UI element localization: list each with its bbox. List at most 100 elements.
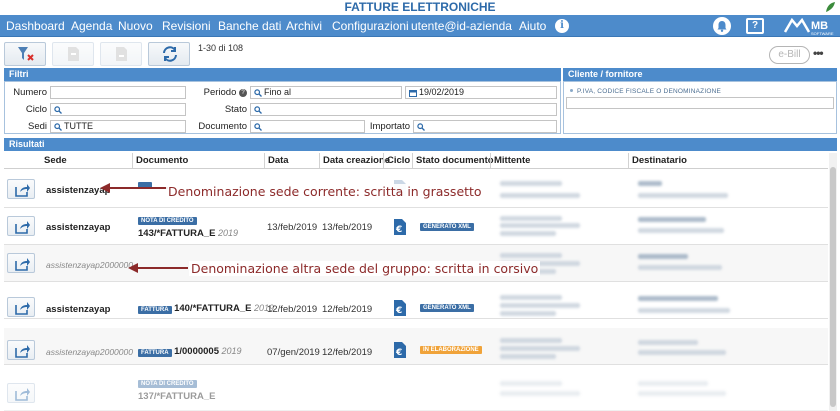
creation-date: 13/feb/2019 — [322, 222, 373, 233]
destinatario-line — [638, 181, 662, 186]
periodo-to-input[interactable]: 19/02/2019 — [405, 86, 557, 99]
importato-label: Importato — [369, 121, 410, 132]
nav-revisioni[interactable]: Revisioni — [162, 15, 211, 37]
ciclo-input[interactable] — [50, 103, 186, 116]
nav-aiuto[interactable]: Aiuto — [519, 15, 546, 37]
results-scrollbar[interactable] — [829, 153, 837, 411]
svg-text:€: € — [395, 225, 402, 235]
sede-name: assistenzayap — [46, 222, 111, 233]
col-sede[interactable]: Sede — [44, 153, 67, 168]
document-date: 07/gen/2019 — [267, 347, 320, 358]
document-year: 2019 — [217, 228, 238, 238]
importato-input[interactable] — [413, 120, 557, 133]
mittente-line — [500, 303, 580, 308]
stato-input[interactable] — [250, 103, 557, 116]
periodo-to-value: 19/02/2019 — [419, 87, 465, 97]
periodo-from-input[interactable]: Fino al — [250, 86, 402, 99]
main-nav: Dashboard Agenda Nuovo Revisioni Banche … — [0, 15, 840, 37]
col-divider — [628, 153, 629, 168]
nav-dashboard[interactable]: Dashboard — [6, 15, 65, 37]
sedi-input[interactable]: TUTTE — [50, 120, 186, 133]
documento-input[interactable] — [250, 120, 365, 133]
export-document-button[interactable] — [52, 42, 94, 66]
mittente-line — [500, 391, 580, 396]
more-menu-button[interactable]: ••• — [813, 46, 824, 60]
bell-icon[interactable] — [713, 17, 731, 35]
open-button[interactable] — [7, 253, 35, 273]
help-circle-icon[interactable]: ? — [239, 89, 247, 97]
open-button[interactable] — [7, 383, 35, 403]
document-number[interactable]: 143/*FATTURA_E 2019 — [138, 228, 238, 239]
nav-nuovo[interactable]: Nuovo — [118, 15, 153, 37]
document-year: 2019 — [221, 346, 242, 356]
mittente-line — [500, 346, 580, 351]
nav-archivi[interactable]: Archivi — [286, 15, 322, 37]
nav-user[interactable]: utente@id-azienda — [411, 15, 512, 37]
open-external-icon — [15, 258, 30, 271]
sedi-value: TUTTE — [64, 121, 93, 131]
table-row[interactable]: assistenzayap2000000 FATTURA 1/0000005 2… — [4, 328, 828, 365]
document-number[interactable]: 137/*FATTURA_E — [138, 391, 215, 402]
document-type-badge: NOTA DI CREDITO — [138, 217, 197, 225]
search-icon — [254, 106, 262, 114]
col-data[interactable]: Data — [268, 153, 289, 168]
destinatario-line — [638, 296, 718, 301]
sedi-label: Sedi — [27, 121, 47, 132]
col-destinatario[interactable]: Destinatario — [632, 153, 687, 168]
refresh-icon — [163, 46, 177, 62]
company-logo: MB SOFTWARE — [783, 16, 835, 36]
annotation-arrow — [128, 263, 188, 273]
document-type-badge: NOTA DI CREDITO — [138, 380, 197, 388]
documento-label: Documento — [198, 121, 247, 132]
col-documento[interactable]: Documento — [136, 153, 188, 168]
col-divider — [412, 153, 413, 168]
open-button[interactable] — [7, 179, 35, 199]
table-row[interactable]: assistenzayap NOTA DI CREDITO 143/*FATTU… — [4, 208, 828, 245]
document-number[interactable]: FATTURA 140/*FATTURA_E 2019 — [138, 303, 274, 314]
periodo-label-text: Periodo — [203, 87, 237, 98]
sede-name: assistenzayap2000000 — [46, 260, 133, 270]
destinatario-line — [638, 193, 728, 198]
open-button[interactable] — [7, 340, 35, 360]
refresh-button[interactable] — [148, 42, 190, 66]
col-ciclo[interactable]: Ciclo — [387, 153, 410, 168]
nav-agenda[interactable]: Agenda — [71, 15, 112, 37]
info-icon[interactable]: i — [555, 19, 569, 33]
app-title-bar: FATTURE ELETTRONICHE — [0, 0, 840, 15]
cliente-search-input[interactable] — [566, 97, 834, 109]
periodo-from-value: Fino al — [264, 87, 292, 97]
open-button[interactable] — [7, 297, 35, 317]
open-external-icon — [15, 221, 30, 234]
stato-label: Stato — [224, 104, 247, 115]
help-icon[interactable]: ? — [746, 18, 764, 34]
table-row[interactable]: NOTA DI CREDITO 137/*FATTURA_E — [4, 373, 828, 411]
search-icon — [254, 89, 262, 97]
nav-banche-dati[interactable]: Banche dati — [218, 15, 281, 37]
logo-subtext: SOFTWARE — [811, 31, 834, 36]
open-external-icon — [15, 184, 30, 197]
search-icon — [254, 123, 262, 131]
document-import-icon — [116, 47, 127, 61]
col-data-creazione[interactable]: Data creazione — [323, 153, 390, 168]
scrollbar-thumb[interactable] — [830, 167, 836, 407]
import-document-button[interactable] — [100, 42, 142, 66]
nav-configurazioni[interactable]: Configurazioni — [332, 15, 409, 37]
col-stato-documento[interactable]: Stato documento — [416, 153, 494, 168]
mittente-line — [500, 216, 562, 221]
col-mittente[interactable]: Mittente — [494, 153, 530, 168]
open-button[interactable] — [7, 216, 35, 236]
numero-input[interactable] — [50, 86, 186, 99]
status-badge: GENERATO XML — [420, 304, 474, 312]
toolbar: 1-30 di 108 e-Bill ••• — [0, 38, 840, 68]
col-divider — [264, 153, 265, 168]
mittente-line — [500, 193, 580, 198]
mittente-line — [500, 253, 562, 258]
document-number[interactable]: FATTURA 1/0000005 2019 — [138, 346, 242, 357]
ebill-button[interactable]: e-Bill — [769, 46, 810, 64]
clear-filters-button[interactable] — [4, 42, 46, 66]
euro-document-icon: € — [394, 219, 406, 235]
table-row[interactable]: assistenzayap FATTURA 140/*FATTURA_E 201… — [4, 282, 828, 319]
mittente-line — [500, 295, 562, 300]
search-icon — [417, 123, 425, 131]
results-panel-title: Risultati — [4, 138, 837, 151]
